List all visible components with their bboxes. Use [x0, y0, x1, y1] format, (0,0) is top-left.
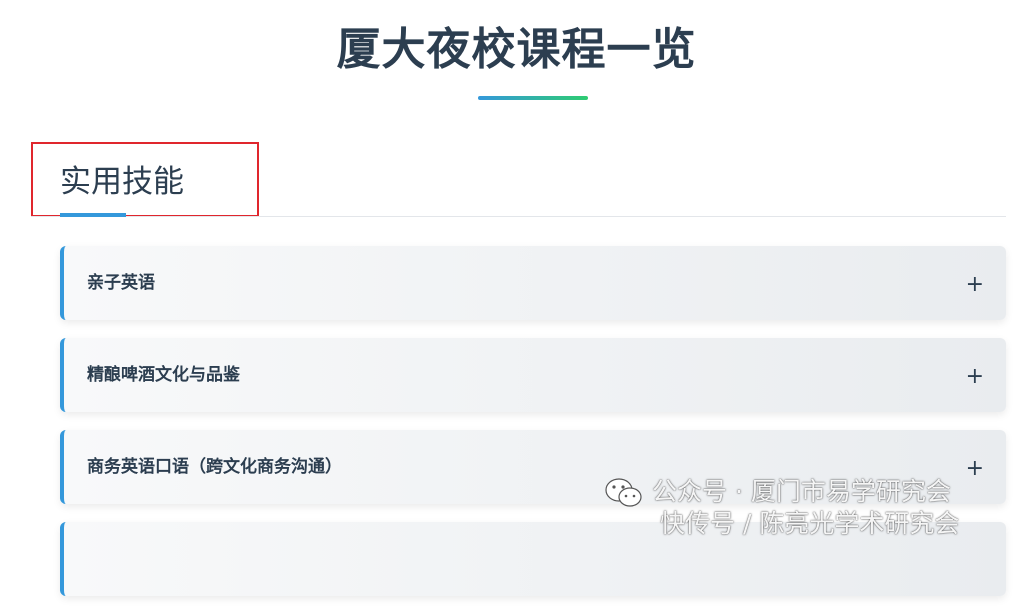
plus-icon[interactable]: +: [966, 246, 984, 324]
title-underline: [478, 96, 588, 100]
course-label: 亲子英语: [87, 273, 155, 293]
course-list: 亲子英语 + 精酿啤酒文化与品鉴 + 商务英语口语（跨文化商务沟通） +: [60, 246, 1006, 614]
section-title-accent: [60, 213, 126, 217]
course-item-craft-beer[interactable]: 精酿啤酒文化与品鉴 +: [60, 338, 1006, 412]
section-title: 实用技能: [60, 164, 184, 200]
course-item-business-english[interactable]: 商务英语口语（跨文化商务沟通） +: [60, 430, 1006, 504]
plus-icon[interactable]: +: [966, 430, 984, 508]
course-label: 商务英语口语（跨文化商务沟通）: [87, 457, 342, 477]
course-item-next[interactable]: [60, 522, 1006, 596]
course-item-parent-child-english[interactable]: 亲子英语 +: [60, 246, 1006, 320]
course-label: 精酿啤酒文化与品鉴: [87, 365, 240, 385]
page-title: 厦大夜校课程一览: [336, 24, 697, 75]
plus-icon[interactable]: +: [966, 338, 984, 416]
section-divider: [31, 216, 1006, 217]
